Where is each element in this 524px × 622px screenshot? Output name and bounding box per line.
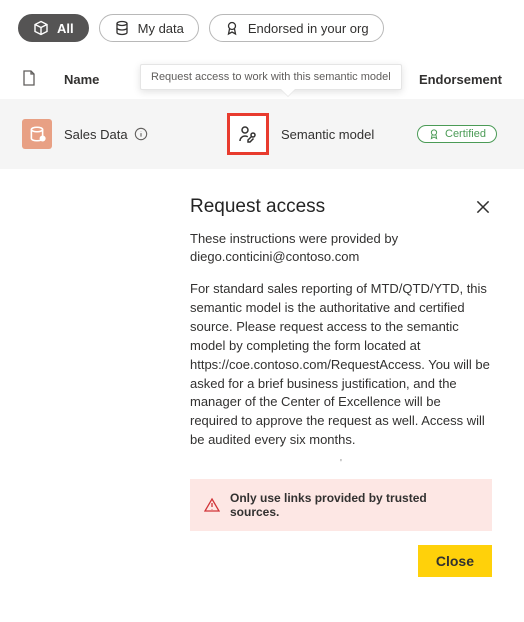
panel-body: For standard sales reporting of MTD/QTD/… — [190, 280, 492, 450]
row-type: Semantic model — [281, 127, 417, 142]
close-icon[interactable] — [474, 198, 492, 216]
filter-my-data[interactable]: My data — [99, 14, 199, 42]
panel-title: Request access — [190, 196, 492, 218]
warning-icon — [204, 497, 220, 513]
ribbon-icon — [224, 20, 240, 36]
file-icon — [22, 70, 36, 86]
tooltip-text: Request access to work with this semanti… — [151, 71, 391, 83]
filter-endorsed[interactable]: Endorsed in your org — [209, 14, 384, 42]
dataset-icon — [22, 119, 52, 149]
panel-intro: These instructions were provided by dieg… — [190, 230, 492, 266]
request-access-tooltip: Request access to work with this semanti… — [140, 64, 402, 90]
cube-icon — [33, 20, 49, 36]
column-icon — [22, 70, 54, 89]
filter-all[interactable]: All — [18, 14, 89, 42]
request-access-panel: Request access These instructions were p… — [190, 196, 492, 577]
database-icon — [114, 20, 130, 36]
info-icon[interactable] — [134, 127, 148, 141]
column-endorsement[interactable]: Endorsement — [419, 72, 502, 87]
warning-text: Only use links provided by trusted sourc… — [230, 491, 478, 519]
filter-bar: All My data Endorsed in your org — [0, 0, 524, 52]
person-key-icon — [238, 124, 258, 144]
resize-grip[interactable]: ' — [190, 458, 492, 469]
filter-all-label: All — [57, 21, 74, 36]
table-row[interactable]: Sales Data Semantic model Certified — [0, 99, 524, 169]
badge-label: Certified — [445, 128, 486, 140]
filter-endorsed-label: Endorsed in your org — [248, 21, 369, 36]
request-access-button[interactable] — [227, 113, 269, 155]
row-name-cell: Sales Data — [52, 127, 227, 142]
certified-badge: Certified — [417, 125, 497, 143]
warning-banner: Only use links provided by trusted sourc… — [190, 479, 492, 531]
panel-actions: Close — [190, 545, 492, 577]
award-icon — [428, 128, 440, 140]
filter-my-data-label: My data — [138, 21, 184, 36]
row-name: Sales Data — [64, 127, 128, 142]
close-button[interactable]: Close — [418, 545, 492, 577]
